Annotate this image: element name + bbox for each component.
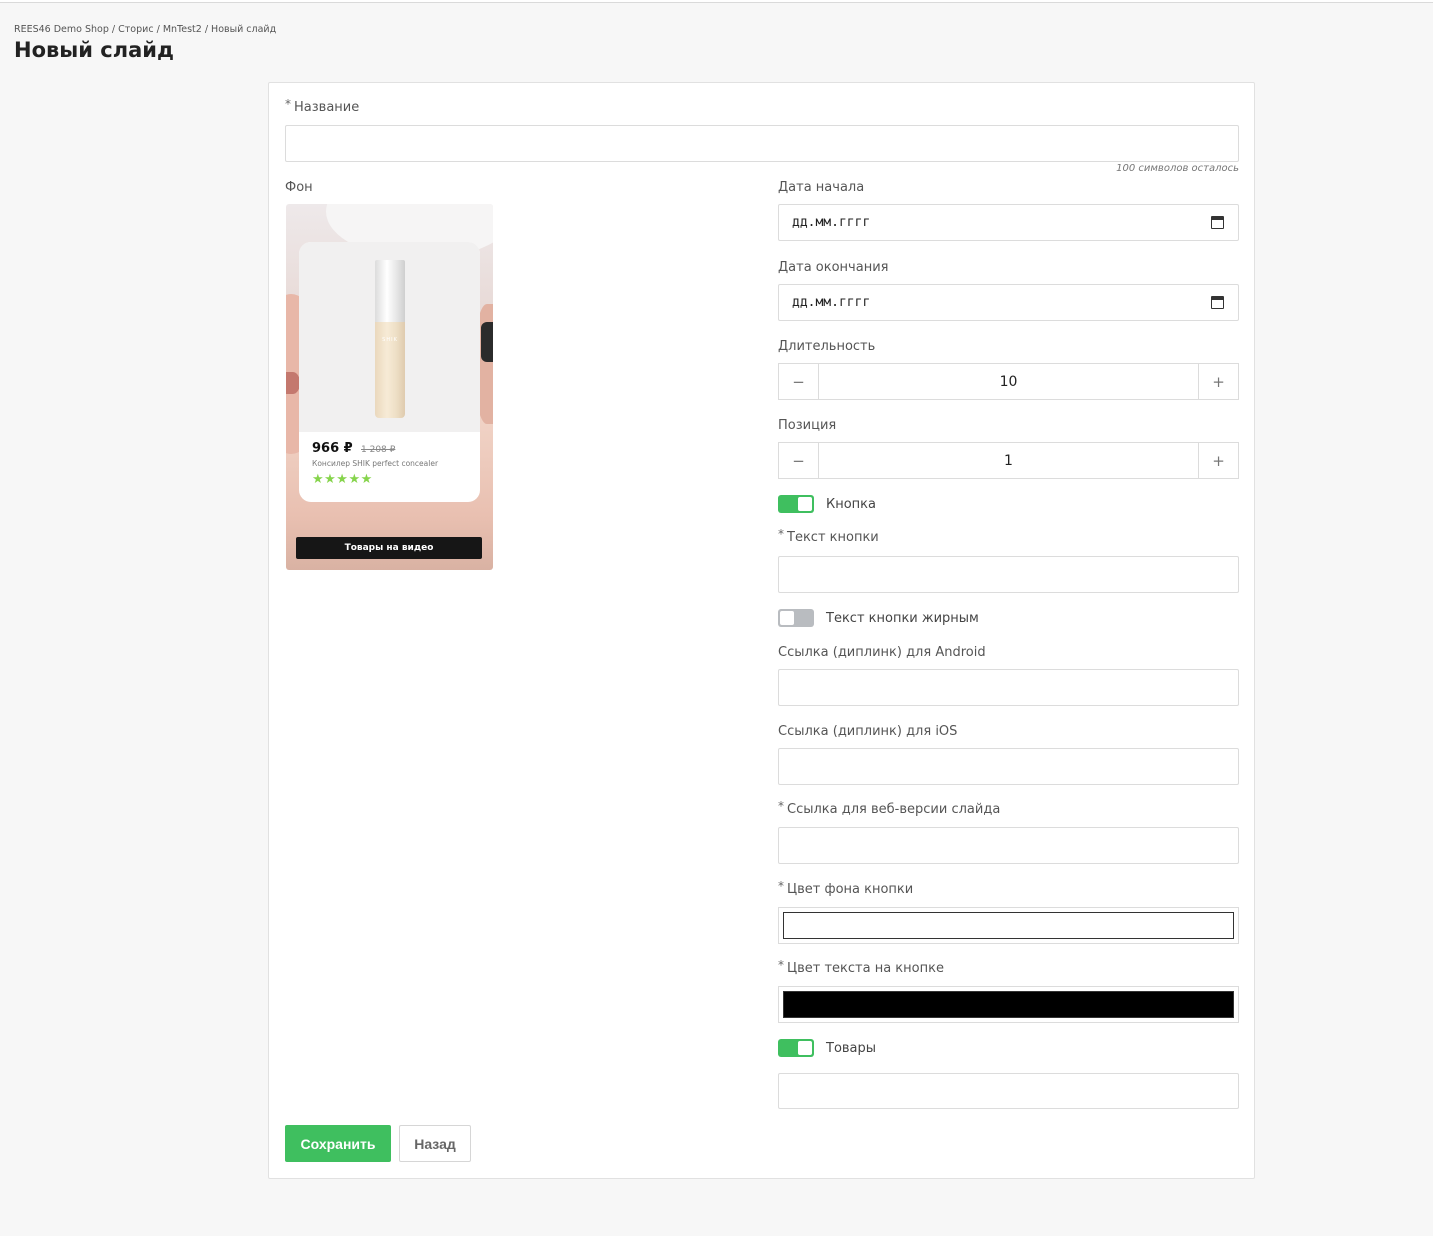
- position-increment-button[interactable]: +: [1198, 443, 1238, 478]
- breadcrumb-stories[interactable]: Сторис: [118, 24, 153, 35]
- android-link-input[interactable]: [778, 669, 1239, 706]
- products-toggle-label: Товары: [826, 1041, 877, 1056]
- android-link-label: Ссылка (диплинк) для Android: [778, 645, 986, 660]
- duration-value[interactable]: 10: [819, 364, 1198, 399]
- breadcrumb-separator: /: [201, 24, 212, 35]
- toggle-knob: [798, 497, 812, 511]
- required-mark: *: [778, 879, 784, 893]
- save-button[interactable]: Сохранить: [285, 1125, 391, 1162]
- name-label-text: Название: [294, 100, 360, 115]
- top-bar: [0, 0, 1433, 3]
- button-bold-toggle-label: Текст кнопки жирным: [826, 611, 979, 626]
- start-date-input[interactable]: дд.мм.гггг: [778, 204, 1239, 241]
- preview-brush: [481, 322, 493, 362]
- end-date-input[interactable]: дд.мм.гггг: [778, 284, 1239, 321]
- toggle-knob: [780, 611, 794, 625]
- required-mark: *: [778, 799, 784, 813]
- duration-label: Длительность: [778, 339, 876, 354]
- breadcrumb: REES46 Demo Shop / Сторис / MnTest2 / Но…: [14, 24, 276, 35]
- button-text-color-label-text: Цвет текста на кнопке: [787, 961, 944, 976]
- start-date-placeholder: дд.мм.гггг: [792, 215, 871, 230]
- rating-stars: ★★★★★: [312, 472, 373, 487]
- button-bg-color-label: * Цвет фона кнопки: [778, 879, 914, 897]
- button-text-color-label: * Цвет текста на кнопке: [778, 958, 944, 976]
- breadcrumb-story[interactable]: MnTest2: [163, 24, 202, 35]
- calendar-icon[interactable]: [1211, 296, 1224, 309]
- button-bold-toggle[interactable]: [778, 609, 814, 627]
- product-image: SHIK: [299, 242, 480, 432]
- end-date-label: Дата окончания: [778, 260, 889, 275]
- ios-link-label: Ссылка (диплинк) для iOS: [778, 724, 958, 739]
- breadcrumb-shop[interactable]: REES46 Demo Shop: [14, 24, 109, 35]
- button-bg-color-label-text: Цвет фона кнопки: [787, 882, 914, 897]
- end-date-placeholder: дд.мм.гггг: [792, 295, 871, 310]
- preview-cta-button: Товары на видео: [296, 537, 482, 559]
- web-link-input[interactable]: [778, 827, 1239, 864]
- button-toggle[interactable]: [778, 495, 814, 513]
- breadcrumb-separator: /: [108, 24, 119, 35]
- page-title: Новый слайд: [14, 38, 174, 62]
- breadcrumb-separator: /: [153, 24, 163, 35]
- button-text-label-text: Текст кнопки: [787, 530, 879, 545]
- position-decrement-button[interactable]: −: [779, 443, 819, 478]
- ios-link-input[interactable]: [778, 748, 1239, 785]
- toggle-knob: [798, 1041, 812, 1055]
- duration-decrement-button[interactable]: −: [779, 364, 819, 399]
- preview-lip: [286, 372, 300, 394]
- button-bg-color-swatch[interactable]: [783, 912, 1234, 939]
- web-link-label-text: Ссылка для веб-версии слайда: [787, 802, 1001, 817]
- required-mark: *: [778, 527, 784, 541]
- breadcrumb-current: Новый слайд: [211, 24, 277, 35]
- duration-increment-button[interactable]: +: [1198, 364, 1238, 399]
- products-input[interactable]: [778, 1073, 1239, 1109]
- background-preview[interactable]: SHIK 966 ₽ 1 208 ₽ Консилер SHIK perfect…: [286, 204, 493, 570]
- tube-brand: SHIK: [382, 337, 398, 343]
- tube-cap: [375, 260, 405, 324]
- preview-product-card: SHIK 966 ₽ 1 208 ₽ Консилер SHIK perfect…: [299, 242, 480, 502]
- name-input[interactable]: [285, 125, 1239, 162]
- web-link-label: * Ссылка для веб-версии слайда: [778, 799, 1001, 817]
- button-text-color-swatch[interactable]: [783, 991, 1234, 1018]
- product-name: Консилер SHIK perfect concealer: [312, 459, 439, 468]
- duration-stepper: − 10 +: [778, 363, 1239, 400]
- required-mark: *: [778, 958, 784, 972]
- back-button[interactable]: Назад: [399, 1125, 471, 1162]
- background-label: Фон: [285, 180, 313, 195]
- button-bg-color-picker[interactable]: [778, 907, 1239, 944]
- button-text-label: * Текст кнопки: [778, 527, 879, 545]
- position-value[interactable]: 1: [819, 443, 1198, 478]
- name-char-counter: 100 символов осталось: [1116, 163, 1239, 174]
- name-label: * Название: [285, 97, 360, 115]
- button-text-input[interactable]: [778, 556, 1239, 593]
- products-toggle[interactable]: [778, 1039, 814, 1057]
- position-label: Позиция: [778, 418, 837, 433]
- product-price: 966 ₽: [312, 441, 353, 456]
- position-stepper: − 1 +: [778, 442, 1239, 479]
- product-old-price: 1 208 ₽: [361, 445, 396, 455]
- button-toggle-label: Кнопка: [826, 497, 877, 512]
- required-mark: *: [285, 97, 291, 111]
- start-date-label: Дата начала: [778, 180, 865, 195]
- calendar-icon[interactable]: [1211, 216, 1224, 229]
- button-text-color-picker[interactable]: [778, 986, 1239, 1023]
